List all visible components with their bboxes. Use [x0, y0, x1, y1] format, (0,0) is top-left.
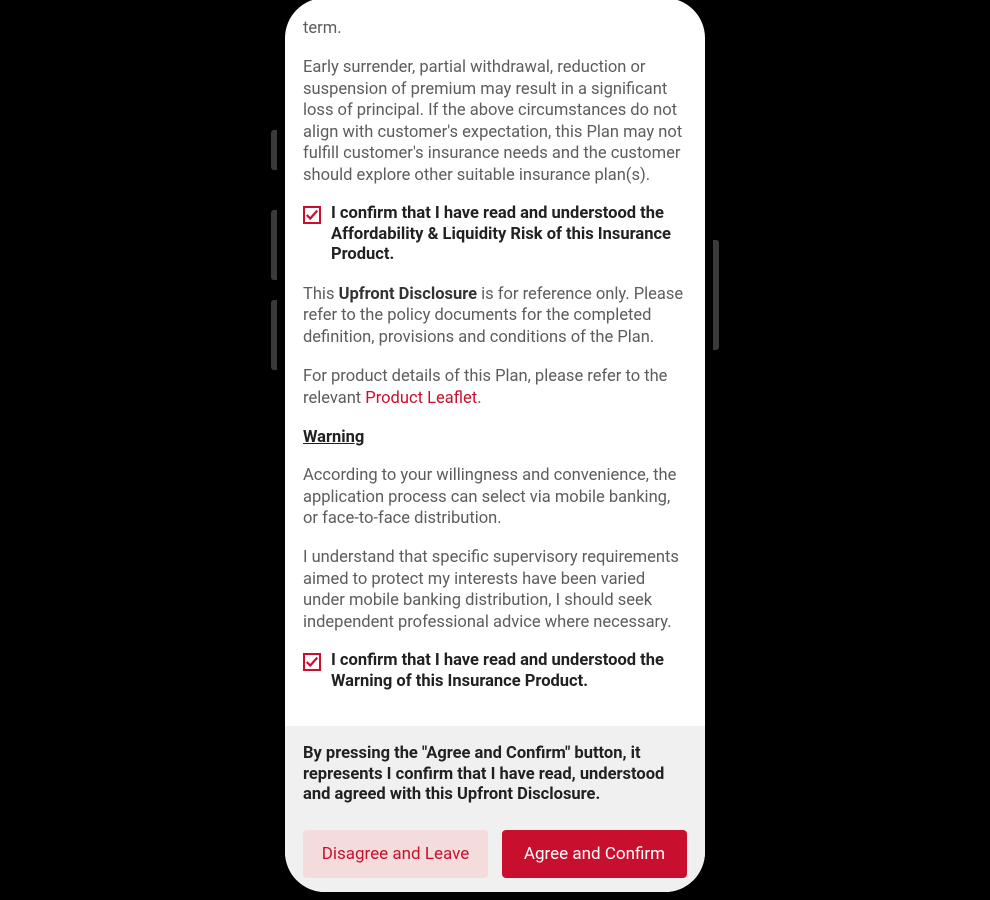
agree-button[interactable]: Agree and Confirm [502, 830, 687, 878]
warning-checkbox[interactable] [303, 653, 321, 671]
upfront-bold: Upfront Disclosure [339, 285, 477, 304]
check-icon [305, 208, 319, 222]
warning-paragraph-2: I understand that specific supervisory r… [303, 547, 687, 633]
phone-frame: term. Early surrender, partial withdrawa… [277, 0, 713, 900]
product-leaflet-link[interactable]: Product Leaflet [365, 389, 477, 408]
disclosure-content[interactable]: term. Early surrender, partial withdrawa… [285, 0, 705, 726]
product-leaflet-paragraph: For product details of this Plan, please… [303, 366, 687, 409]
leaflet-post: . [477, 389, 481, 408]
button-row: Disagree and Leave Agree and Confirm [303, 830, 687, 878]
warning-confirm-label: I confirm that I have read and understoo… [331, 651, 687, 692]
upfront-pre: This [303, 285, 339, 304]
warning-heading: Warning [303, 428, 364, 447]
surrender-paragraph: Early surrender, partial withdrawal, red… [303, 57, 687, 186]
footer-area: By pressing the "Agree and Confirm" butt… [285, 726, 705, 892]
app-screen: term. Early surrender, partial withdrawa… [285, 0, 705, 892]
warning-confirm-row: I confirm that I have read and understoo… [303, 651, 687, 692]
term-text-tail: term. [303, 18, 687, 39]
leaflet-pre: For product details of this Plan, please… [303, 367, 667, 407]
affordability-checkbox[interactable] [303, 206, 321, 224]
disagree-button[interactable]: Disagree and Leave [303, 830, 488, 878]
warning-paragraph-1: According to your willingness and conven… [303, 465, 687, 529]
affordability-confirm-label: I confirm that I have read and understoo… [331, 204, 687, 266]
footer-confirm-text: By pressing the "Agree and Confirm" butt… [303, 744, 687, 806]
affordability-confirm-row: I confirm that I have read and understoo… [303, 204, 687, 266]
check-icon [305, 655, 319, 669]
upfront-disclosure-paragraph: This Upfront Disclosure is for reference… [303, 284, 687, 348]
phone-power-button [713, 240, 719, 350]
